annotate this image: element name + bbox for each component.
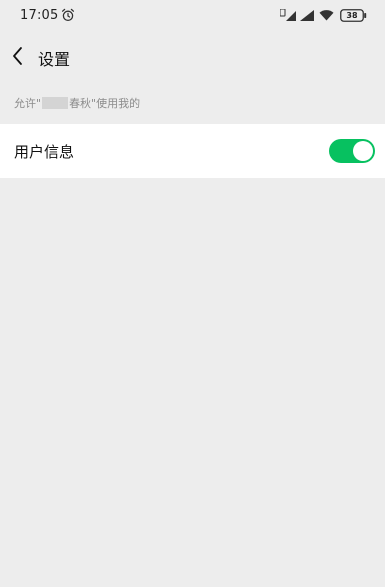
wifi-icon [319, 10, 334, 21]
section-header-suffix: 春秋"使用我的 [69, 97, 141, 110]
settings-screen: 17:05 38 设置 允许" 春秋"使用我的 用户信息 [0, 0, 385, 587]
toggle-knob [353, 141, 373, 161]
section-header-prefix: 允许" [14, 97, 42, 110]
user-info-label: 用户信息 [14, 143, 75, 161]
user-info-toggle[interactable] [329, 139, 375, 163]
page-title: 设置 [38, 50, 71, 69]
battery-level-text: 38 [346, 11, 358, 20]
status-bar: 17:05 38 [0, 0, 385, 32]
sim2-signal-icon [300, 10, 314, 21]
settings-row-user-info: 用户信息 [0, 124, 385, 178]
chevron-left-icon [13, 47, 22, 65]
nav-bar: 设置 [0, 36, 385, 76]
alarm-clock-icon [61, 8, 75, 22]
sim1-signal-icon [280, 9, 296, 21]
redacted-app-name [42, 97, 69, 109]
section-header: 允许" 春秋"使用我的 [14, 95, 140, 111]
back-button[interactable] [6, 42, 32, 70]
status-time: 17:05 [20, 8, 59, 23]
